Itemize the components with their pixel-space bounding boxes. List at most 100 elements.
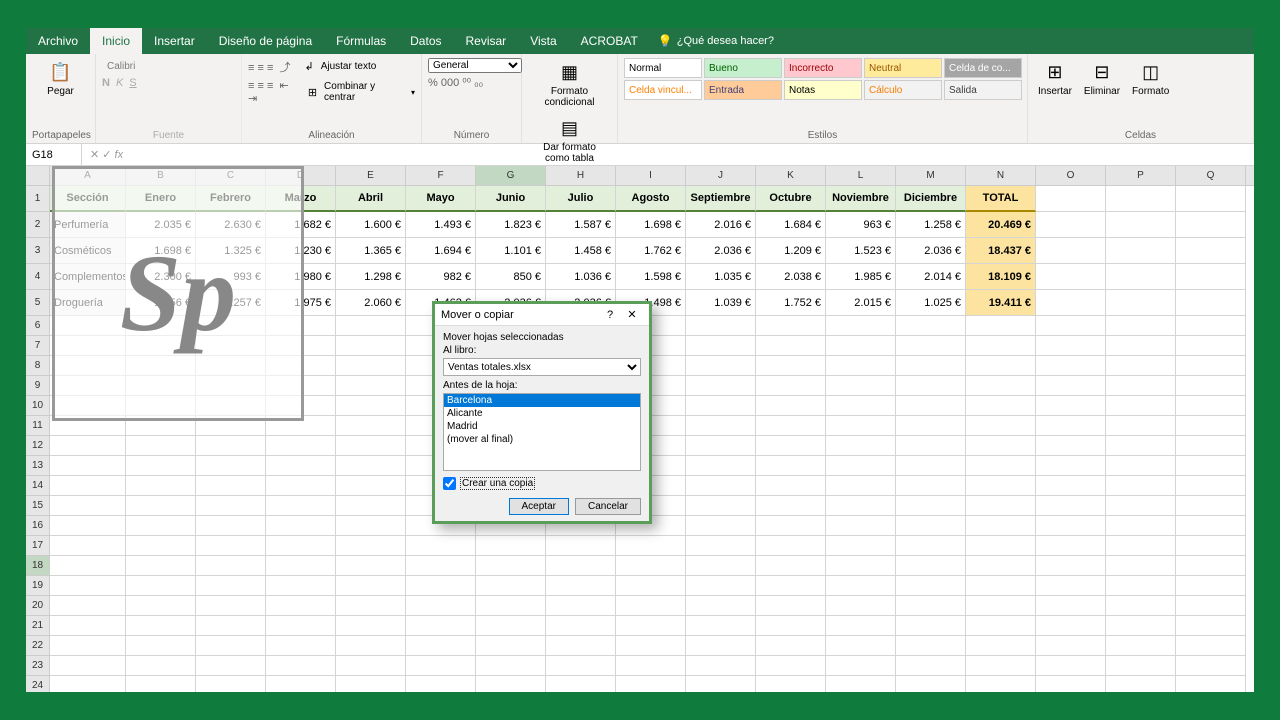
cell[interactable] [196,576,266,596]
sheet-option-alicante[interactable]: Alicante [444,407,640,420]
cell[interactable] [476,596,546,616]
cell[interactable] [126,636,196,656]
cell[interactable] [1036,186,1106,212]
cell[interactable]: 993 € [196,264,266,290]
cell[interactable] [756,536,826,556]
merge-center-button[interactable]: Combinar y centrar [319,78,409,106]
tell-me-input[interactable]: ¿Qué desea hacer? [677,35,774,47]
cell[interactable] [1036,496,1106,516]
cell[interactable] [756,656,826,676]
cell[interactable]: Septiembre [686,186,756,212]
cell[interactable] [126,556,196,576]
cell[interactable] [196,416,266,436]
cell[interactable] [1106,476,1176,496]
cell[interactable] [1176,238,1246,264]
cell[interactable] [1176,556,1246,576]
cell[interactable] [336,636,406,656]
cell[interactable] [126,316,196,336]
col-header-Q[interactable]: Q [1176,166,1246,185]
cell[interactable] [896,396,966,416]
cell[interactable] [196,516,266,536]
cell[interactable]: 1.523 € [826,238,896,264]
cell[interactable] [966,336,1036,356]
style-salida[interactable]: Salida [944,80,1022,100]
cell[interactable] [616,556,686,576]
cell[interactable] [50,376,126,396]
cell[interactable] [50,616,126,636]
cell[interactable] [476,656,546,676]
cell[interactable] [196,656,266,676]
accept-button[interactable]: Aceptar [509,498,569,515]
cell[interactable]: 2.300 € [126,264,196,290]
cell[interactable] [616,676,686,692]
cell[interactable] [50,476,126,496]
cell[interactable] [336,456,406,476]
row-header-8[interactable]: 8 [26,356,49,376]
cell[interactable] [896,456,966,476]
cell[interactable] [1106,396,1176,416]
cell[interactable]: 1.823 € [476,212,546,238]
dialog-close-button[interactable]: ✕ [621,308,643,321]
row-header-5[interactable]: 5 [26,290,49,316]
cell[interactable] [266,456,336,476]
col-header-I[interactable]: I [616,166,686,185]
cell[interactable] [266,536,336,556]
cell[interactable] [546,636,616,656]
cell[interactable] [1106,436,1176,456]
cell[interactable] [966,496,1036,516]
cell[interactable] [126,656,196,676]
style-bueno[interactable]: Bueno [704,58,782,78]
cell[interactable] [1106,290,1176,316]
cell[interactable] [686,456,756,476]
cell[interactable]: 1.325 € [196,238,266,264]
menu-tab-revisar[interactable]: Revisar [454,28,519,54]
cell[interactable] [1106,238,1176,264]
cell[interactable] [1176,436,1246,456]
cell[interactable] [756,336,826,356]
col-header-L[interactable]: L [826,166,896,185]
cell[interactable] [196,536,266,556]
cell[interactable] [50,316,126,336]
cell[interactable] [266,316,336,336]
cell[interactable] [1036,416,1106,436]
row-header-4[interactable]: 4 [26,264,49,290]
cell[interactable]: 1.256 € [126,290,196,316]
cell[interactable]: 2.036 € [686,238,756,264]
cell[interactable] [1176,456,1246,476]
style-c-lculo[interactable]: Cálculo [864,80,942,100]
style-entrada[interactable]: Entrada [704,80,782,100]
cell[interactable] [266,516,336,536]
cell[interactable] [406,596,476,616]
cell[interactable]: 1.458 € [546,238,616,264]
cell[interactable] [476,676,546,692]
cell[interactable] [50,456,126,476]
cell[interactable] [1106,316,1176,336]
cell[interactable] [126,676,196,692]
cell[interactable] [1106,416,1176,436]
cell[interactable] [266,596,336,616]
cell[interactable] [616,636,686,656]
cell[interactable] [476,636,546,656]
col-header-G[interactable]: G [476,166,546,185]
cell[interactable] [896,436,966,456]
col-header-F[interactable]: F [406,166,476,185]
cell[interactable] [826,576,896,596]
cell[interactable] [616,596,686,616]
cell[interactable] [1036,436,1106,456]
cell[interactable] [546,556,616,576]
cell[interactable] [196,336,266,356]
cell[interactable] [966,456,1036,476]
cell[interactable] [1036,336,1106,356]
cell[interactable] [686,556,756,576]
cell[interactable] [1176,596,1246,616]
insert-cells-button[interactable]: ⊞ Insertar [1034,58,1076,99]
spreadsheet-body[interactable]: SecciónEneroFebreroMarzoAbrilMayoJunioJu… [50,186,1254,692]
cell[interactable] [686,416,756,436]
cell[interactable] [756,616,826,636]
cell[interactable]: 2.036 € [896,238,966,264]
cell[interactable] [1176,496,1246,516]
cell[interactable] [686,476,756,496]
cell[interactable] [266,656,336,676]
cell[interactable]: Junio [476,186,546,212]
row-header-13[interactable]: 13 [26,456,49,476]
